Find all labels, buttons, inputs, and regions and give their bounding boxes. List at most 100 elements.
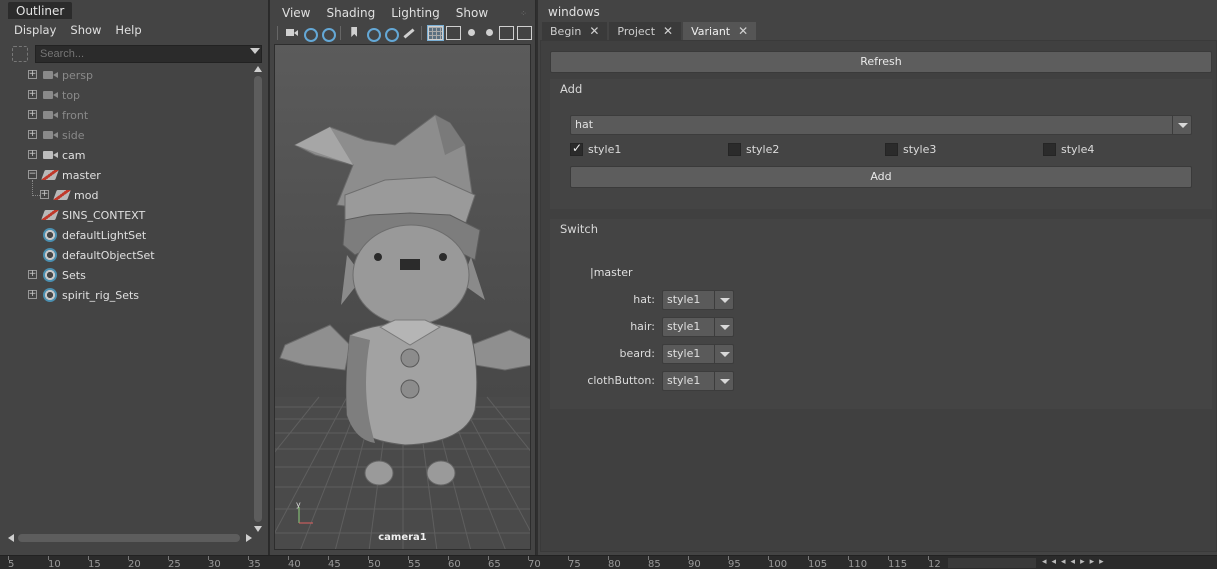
time-slider[interactable]: 5 10 15 20 25 30 35 40 45 50 55 60 65 70 75 80 85 90 95 100… (0, 555, 1217, 569)
category-select[interactable]: hat (570, 115, 1192, 135)
checkbox-label: style2 (746, 143, 780, 156)
menu-help[interactable]: Help (115, 23, 141, 37)
checkbox-box[interactable] (570, 141, 583, 156)
expand-icon[interactable]: + (28, 290, 37, 299)
tab-begin[interactable]: Begin ✕ (542, 22, 608, 40)
close-icon[interactable]: ✕ (589, 24, 599, 38)
tree-node-top[interactable]: + top (8, 85, 252, 105)
tree-node-front[interactable]: + front (8, 105, 252, 125)
outliner-horizontal-scrollbar[interactable] (8, 532, 252, 544)
two-d-pan-icon[interactable] (383, 26, 399, 42)
tree-node-side[interactable]: + side (8, 125, 252, 145)
style3-checkbox[interactable]: style3 (885, 143, 936, 156)
tab-project[interactable]: Project ✕ (609, 22, 682, 40)
cloth-button-style-select[interactable]: style1 (662, 371, 734, 391)
chevron-down-icon[interactable] (714, 372, 733, 390)
outliner-tab[interactable]: Outliner (8, 2, 73, 19)
tree-node-persp[interactable]: + persp (8, 65, 252, 85)
close-icon[interactable]: ✕ (663, 24, 673, 38)
panel-grip-icon[interactable]: ⁘ (520, 9, 527, 18)
tree-node-master[interactable]: − master (8, 165, 252, 185)
select-value: style1 (667, 293, 701, 306)
tree-node-label: top (62, 88, 81, 102)
search-input[interactable] (35, 45, 262, 63)
chevron-down-icon[interactable] (714, 291, 733, 309)
collapse-icon[interactable]: − (28, 170, 37, 179)
filter-icon[interactable] (12, 46, 28, 62)
menu-lighting[interactable]: Lighting (391, 6, 440, 20)
style4-checkbox[interactable]: style4 (1043, 143, 1094, 156)
expand-icon[interactable]: + (28, 90, 37, 99)
tree-node-defaultlightset[interactable]: defaultLightSet (8, 225, 252, 245)
bookmark-icon[interactable] (347, 26, 362, 40)
outliner-vertical-scrollbar[interactable] (253, 66, 264, 532)
bookmark-camera-icon[interactable] (320, 26, 336, 42)
toolbar-separator (340, 26, 342, 40)
switch-row-hair: hair: style1 (550, 317, 770, 337)
expand-icon[interactable]: + (40, 190, 49, 199)
scroll-left-icon[interactable] (8, 534, 14, 542)
gate-mask-icon[interactable] (482, 26, 497, 40)
grid-toggle-icon[interactable] (427, 25, 445, 41)
timeline-tick-label: 60 (448, 559, 461, 569)
menu-display[interactable]: Display (14, 23, 56, 37)
field-chart-icon[interactable] (499, 26, 515, 40)
menu-show[interactable]: Show (456, 6, 488, 20)
outliner-menubar: Display Show Help (0, 19, 268, 41)
scroll-up-icon[interactable] (254, 66, 262, 72)
tree-node-sets[interactable]: + Sets (8, 265, 252, 285)
tree-node-cam[interactable]: + cam (8, 145, 252, 165)
timeline-tick-label: 90 (688, 559, 701, 569)
tree-node-label: SINS_CONTEXT (62, 208, 146, 222)
select-camera-icon[interactable] (284, 26, 299, 40)
expand-icon[interactable]: + (28, 110, 37, 119)
search-dropdown-icon[interactable] (250, 48, 260, 54)
tree-node-mod[interactable]: + mod (8, 185, 252, 205)
tree-node-sins-context[interactable]: SINS_CONTEXT (8, 205, 252, 225)
grease-pencil-icon[interactable] (401, 26, 416, 40)
tree-node-defaultobjectset[interactable]: defaultObjectSet (8, 245, 252, 265)
checkbox-label: style1 (588, 143, 622, 156)
variant-content: Refresh Add hat style1 style2 style3 (540, 40, 1217, 552)
image-plane-icon[interactable] (365, 26, 381, 42)
camera-attributes-icon[interactable] (302, 26, 318, 42)
chevron-down-icon[interactable] (1172, 116, 1191, 134)
close-icon[interactable]: ✕ (738, 24, 748, 38)
checkbox-box[interactable] (885, 143, 898, 156)
style1-checkbox[interactable]: style1 (570, 141, 622, 156)
style2-checkbox[interactable]: style2 (728, 143, 779, 156)
expand-icon[interactable]: + (28, 270, 37, 279)
right-foot (426, 460, 456, 486)
menu-show[interactable]: Show (70, 23, 101, 37)
chevron-down-icon[interactable] (714, 318, 733, 336)
film-gate-icon[interactable] (446, 26, 461, 40)
scroll-thumb-horizontal[interactable] (18, 534, 240, 542)
chevron-down-icon[interactable] (714, 345, 733, 363)
playback-controls[interactable]: ◂◂◂◂▸▸▸ (1042, 557, 1109, 567)
expand-icon[interactable]: + (28, 70, 37, 79)
timeline-tick-label: 25 (168, 559, 181, 569)
expand-icon[interactable]: + (28, 150, 37, 159)
safe-action-icon[interactable] (517, 26, 533, 40)
checkbox-box[interactable] (728, 143, 741, 156)
scroll-thumb[interactable] (254, 76, 262, 522)
menu-view[interactable]: View (282, 6, 310, 20)
expand-icon[interactable]: + (28, 130, 37, 139)
beard-style-select[interactable]: style1 (662, 344, 734, 364)
checkbox-box[interactable] (1043, 143, 1056, 156)
scroll-right-icon[interactable] (246, 534, 252, 542)
timeline-range-field[interactable] (948, 558, 1036, 568)
scroll-down-icon[interactable] (254, 526, 262, 532)
tab-bar: Begin ✕ Project ✕ Variant ✕ (542, 22, 758, 40)
menu-shading[interactable]: Shading (326, 6, 375, 20)
tree-node-spirit-rig-sets[interactable]: + spirit_rig_Sets (8, 285, 252, 305)
add-button[interactable]: Add (570, 166, 1192, 188)
refresh-button[interactable]: Refresh (550, 51, 1212, 73)
hair-style-select[interactable]: style1 (662, 317, 734, 337)
checkbox-label: style4 (1061, 143, 1095, 156)
viewport-canvas[interactable]: y camera1 (274, 44, 531, 550)
tree-node-label: front (62, 108, 89, 122)
tab-variant[interactable]: Variant ✕ (683, 22, 757, 40)
hat-style-select[interactable]: style1 (662, 290, 734, 310)
resolution-gate-icon[interactable] (464, 26, 479, 40)
